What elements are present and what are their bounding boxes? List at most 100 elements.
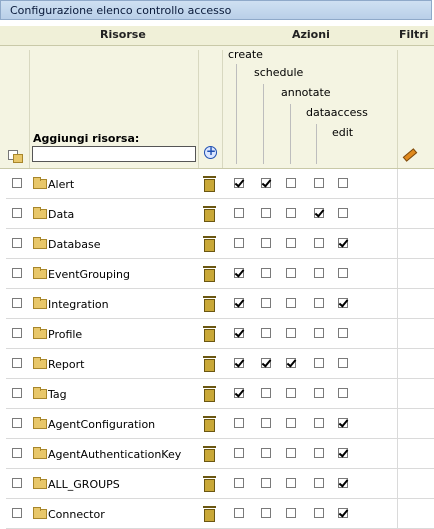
resource-name[interactable]: EventGrouping [48, 268, 130, 281]
permission-checkbox-dataaccess[interactable] [314, 508, 324, 518]
resource-name[interactable]: Connector [48, 508, 105, 521]
resource-name[interactable]: Report [48, 358, 84, 371]
row-select-checkbox[interactable] [12, 418, 22, 428]
permission-checkbox-dataaccess[interactable] [314, 178, 324, 188]
permission-checkbox-annotate[interactable] [286, 478, 296, 488]
permission-checkbox-dataaccess[interactable] [314, 328, 324, 338]
permission-checkbox-create[interactable] [234, 298, 244, 308]
permission-checkbox-schedule[interactable] [261, 178, 271, 188]
permission-checkbox-annotate[interactable] [286, 418, 296, 428]
permission-checkbox-create[interactable] [234, 268, 244, 278]
row-select-checkbox[interactable] [12, 358, 22, 368]
permission-checkbox-schedule[interactable] [261, 448, 271, 458]
permission-checkbox-dataaccess[interactable] [314, 358, 324, 368]
permission-checkbox-dataaccess[interactable] [314, 388, 324, 398]
permission-checkbox-dataaccess[interactable] [314, 418, 324, 428]
permission-checkbox-annotate[interactable] [286, 178, 296, 188]
trash-icon[interactable] [203, 176, 216, 192]
trash-icon[interactable] [203, 386, 216, 402]
permission-checkbox-edit[interactable] [338, 298, 348, 308]
permission-checkbox-dataaccess[interactable] [314, 268, 324, 278]
permission-checkbox-create[interactable] [234, 358, 244, 368]
resource-name[interactable]: Integration [48, 298, 109, 311]
permission-checkbox-annotate[interactable] [286, 508, 296, 518]
row-select-checkbox[interactable] [12, 448, 22, 458]
permission-checkbox-create[interactable] [234, 418, 244, 428]
permission-checkbox-edit[interactable] [338, 328, 348, 338]
permission-checkbox-create[interactable] [234, 508, 244, 518]
trash-icon[interactable] [203, 326, 216, 342]
permission-checkbox-dataaccess[interactable] [314, 208, 324, 218]
permission-checkbox-edit[interactable] [338, 238, 348, 248]
permission-checkbox-annotate[interactable] [286, 268, 296, 278]
permission-checkbox-schedule[interactable] [261, 238, 271, 248]
permission-checkbox-schedule[interactable] [261, 508, 271, 518]
resource-name[interactable]: Tag [48, 388, 67, 401]
permission-checkbox-dataaccess[interactable] [314, 298, 324, 308]
edit-filters-icon[interactable] [401, 148, 418, 162]
permission-checkbox-dataaccess[interactable] [314, 238, 324, 248]
row-select-checkbox[interactable] [12, 508, 22, 518]
permission-checkbox-schedule[interactable] [261, 388, 271, 398]
permission-checkbox-create[interactable] [234, 448, 244, 458]
permission-checkbox-annotate[interactable] [286, 238, 296, 248]
resource-name[interactable]: Database [48, 238, 101, 251]
permission-checkbox-create[interactable] [234, 178, 244, 188]
resource-name[interactable]: Alert [48, 178, 74, 191]
permission-checkbox-annotate[interactable] [286, 448, 296, 458]
trash-icon[interactable] [203, 206, 216, 222]
row-select-checkbox[interactable] [12, 328, 22, 338]
permission-checkbox-edit[interactable] [338, 388, 348, 398]
permission-checkbox-create[interactable] [234, 328, 244, 338]
permission-checkbox-edit[interactable] [338, 358, 348, 368]
resource-name[interactable]: Profile [48, 328, 82, 341]
permission-checkbox-schedule[interactable] [261, 358, 271, 368]
permission-checkbox-create[interactable] [234, 208, 244, 218]
permission-checkbox-schedule[interactable] [261, 418, 271, 428]
trash-icon[interactable] [203, 296, 216, 312]
permission-checkbox-annotate[interactable] [286, 358, 296, 368]
row-select-checkbox[interactable] [12, 178, 22, 188]
permission-checkbox-annotate[interactable] [286, 328, 296, 338]
trash-icon[interactable] [203, 476, 216, 492]
trash-icon[interactable] [203, 506, 216, 522]
permission-checkbox-edit[interactable] [338, 508, 348, 518]
row-select-checkbox[interactable] [12, 388, 22, 398]
permission-checkbox-schedule[interactable] [261, 208, 271, 218]
permission-checkbox-annotate[interactable] [286, 298, 296, 308]
permission-checkbox-edit[interactable] [338, 178, 348, 188]
add-resource-button[interactable]: + [204, 144, 217, 159]
permission-checkbox-edit[interactable] [338, 448, 348, 458]
permission-checkbox-schedule[interactable] [261, 268, 271, 278]
row-select-checkbox[interactable] [12, 298, 22, 308]
permission-checkbox-schedule[interactable] [261, 328, 271, 338]
trash-icon[interactable] [203, 416, 216, 432]
permission-checkbox-create[interactable] [234, 238, 244, 248]
resource-name[interactable]: AgentAuthenticationKey [48, 448, 181, 461]
permission-checkbox-schedule[interactable] [261, 478, 271, 488]
row-select-checkbox[interactable] [12, 208, 22, 218]
permission-checkbox-schedule[interactable] [261, 298, 271, 308]
select-all-icon[interactable] [8, 150, 23, 163]
row-select-checkbox[interactable] [12, 268, 22, 278]
trash-icon[interactable] [203, 236, 216, 252]
trash-icon[interactable] [203, 356, 216, 372]
resource-name[interactable]: Data [48, 208, 74, 221]
permission-checkbox-create[interactable] [234, 388, 244, 398]
permission-checkbox-edit[interactable] [338, 208, 348, 218]
permission-checkbox-dataaccess[interactable] [314, 478, 324, 488]
resource-name[interactable]: ALL_GROUPS [48, 478, 120, 491]
resource-name[interactable]: AgentConfiguration [48, 418, 155, 431]
row-select-checkbox[interactable] [12, 238, 22, 248]
permission-checkbox-edit[interactable] [338, 478, 348, 488]
permission-checkbox-edit[interactable] [338, 418, 348, 428]
row-select-checkbox[interactable] [12, 478, 22, 488]
permission-checkbox-annotate[interactable] [286, 208, 296, 218]
permission-checkbox-edit[interactable] [338, 268, 348, 278]
add-resource-input[interactable] [32, 146, 196, 162]
permission-checkbox-create[interactable] [234, 478, 244, 488]
trash-icon[interactable] [203, 266, 216, 282]
trash-icon[interactable] [203, 446, 216, 462]
permission-checkbox-annotate[interactable] [286, 388, 296, 398]
permission-checkbox-dataaccess[interactable] [314, 448, 324, 458]
